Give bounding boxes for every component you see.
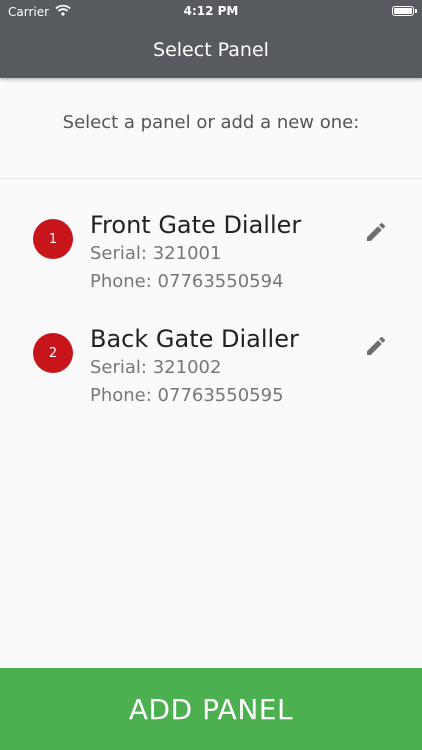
screen: Carrier 4:12 PM Select Panel Select a pa… bbox=[0, 0, 422, 750]
status-bar: Carrier 4:12 PM bbox=[0, 0, 422, 22]
panel-name: Front Gate Dialler bbox=[90, 211, 302, 239]
instruction-text: Select a panel or add a new one: bbox=[62, 112, 360, 133]
panel-item-back-gate[interactable]: 2 Back Gate Dialler Serial: 321002 Phone… bbox=[0, 312, 422, 426]
panel-number-badge: 2 bbox=[33, 333, 73, 373]
divider bbox=[0, 178, 422, 179]
status-time: 4:12 PM bbox=[183, 4, 239, 18]
panel-serial: Serial: 321002 bbox=[90, 357, 222, 378]
panel-name: Back Gate Dialler bbox=[90, 325, 299, 353]
panel-serial: Serial: 321001 bbox=[90, 243, 222, 264]
panel-list: 1 Front Gate Dialler Serial: 321001 Phon… bbox=[0, 198, 422, 426]
pencil-icon[interactable] bbox=[364, 334, 388, 358]
panel-phone: Phone: 07763550594 bbox=[90, 271, 284, 292]
battery-icon bbox=[392, 6, 417, 16]
panel-info: Back Gate Dialler Serial: 321002 Phone: … bbox=[90, 324, 299, 410]
panel-number-badge: 1 bbox=[33, 219, 73, 259]
panel-item-front-gate[interactable]: 1 Front Gate Dialler Serial: 321001 Phon… bbox=[0, 198, 422, 312]
page-title: Select Panel bbox=[153, 39, 269, 61]
add-panel-button[interactable]: ADD PANEL bbox=[0, 668, 422, 750]
pencil-icon[interactable] bbox=[364, 220, 388, 244]
navigation-bar: Select Panel bbox=[0, 22, 422, 78]
panel-phone: Phone: 07763550595 bbox=[90, 385, 284, 406]
add-panel-label: ADD PANEL bbox=[128, 692, 294, 726]
panel-info: Front Gate Dialler Serial: 321001 Phone:… bbox=[90, 210, 301, 296]
